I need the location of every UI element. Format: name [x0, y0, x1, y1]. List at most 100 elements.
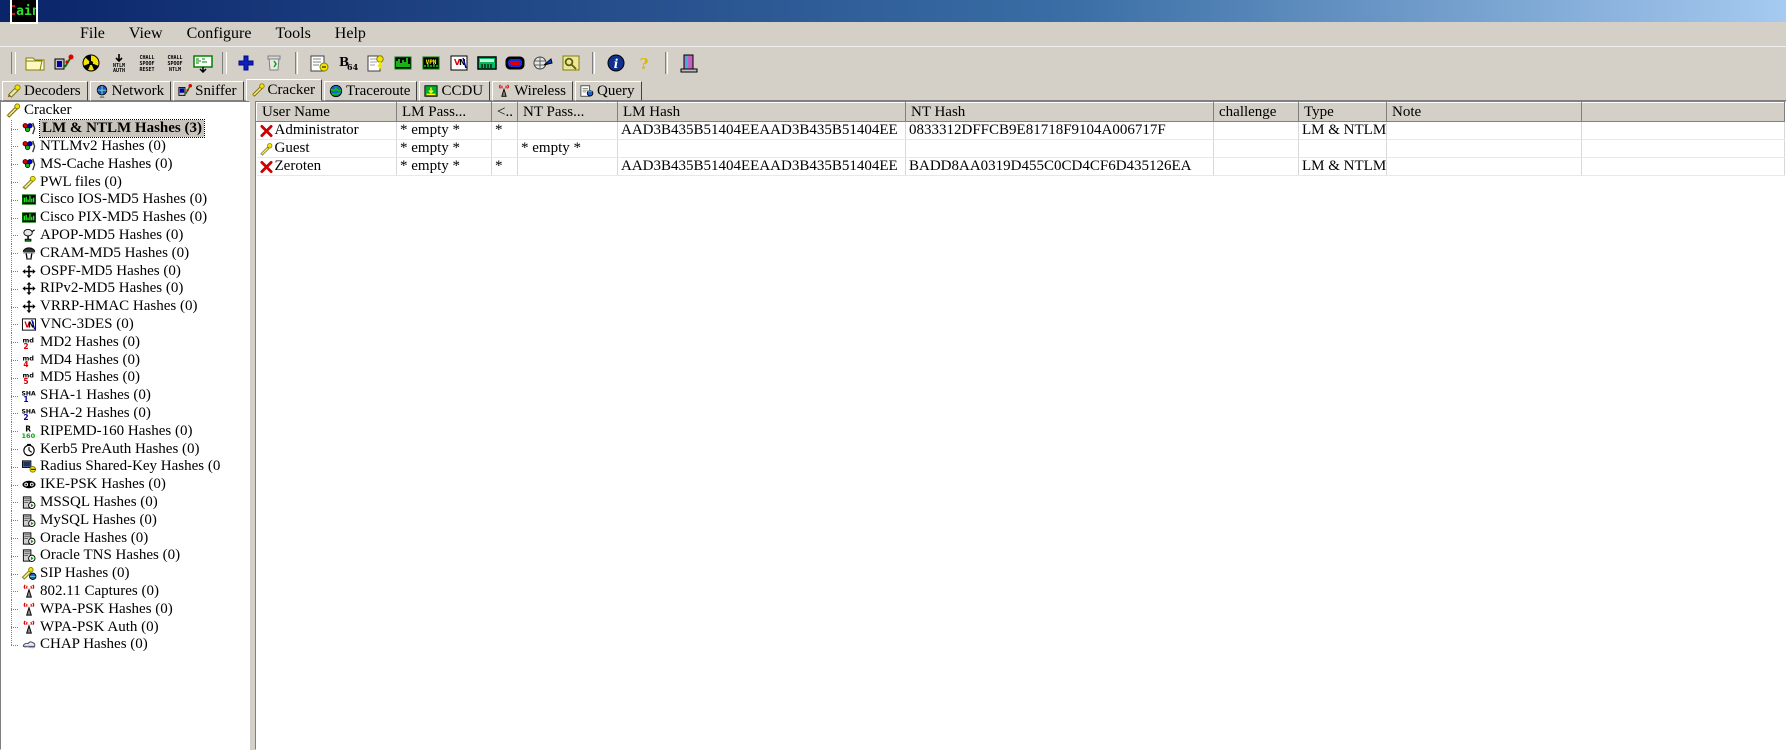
sidebar-label: SHA-2 Hashes (0) — [40, 404, 151, 421]
chall-spoof-reset-icon[interactable]: CHALL SPOOF RESET — [134, 50, 160, 76]
sniffer-icon[interactable] — [50, 50, 76, 76]
sidebar-item-cisco-ios-md5-hashes[interactable]: Cisco IOS-MD5 Hashes (0) — [1, 190, 249, 209]
sidebar-item-vrrp-hmac-hashes[interactable]: VRRP-HMAC Hashes (0) — [1, 297, 249, 316]
sidebar-item-lm-ntlm-hashes[interactable]: LM & NTLM Hashes (3) — [1, 119, 249, 139]
tab-decoders[interactable]: Decoders — [2, 81, 88, 101]
cell-lm-hash — [617, 139, 906, 158]
sidebar-label: MSSQL Hashes (0) — [40, 493, 158, 510]
table-row[interactable]: Administrator * empty * * AAD3B435B51404… — [256, 121, 1785, 140]
sidebar-item-mysql-hashes[interactable]: MySQL Hashes (0) — [1, 511, 249, 529]
dictionary-icon[interactable] — [306, 50, 332, 76]
menu-item-tools[interactable]: Tools — [263, 23, 322, 45]
menu-item-configure[interactable]: Configure — [175, 23, 264, 45]
sidebar-item-chap-hashes[interactable]: CHAP Hashes (0) — [1, 635, 249, 654]
sidebar-item-cisco-pix-md5-hashes[interactable]: Cisco PIX-MD5 Hashes (0) — [1, 208, 249, 227]
column-header-lm-password[interactable]: LM Pass... — [396, 102, 492, 122]
hash-users-icon — [22, 140, 36, 153]
sidebar-item-sha-2-hashes[interactable]: SHA 2 SHA-2 Hashes (0) — [1, 404, 249, 423]
table-row[interactable]: Guest * empty * * empty * — [256, 139, 1785, 158]
sidebar-item-802-11-captures[interactable]: 802.11 Captures (0) — [1, 582, 249, 601]
sidebar-item-wpa-psk-auth[interactable]: WPA-PSK Auth (0) — [1, 618, 249, 636]
sidebar-item-ripv2-md5-hashes[interactable]: RIPv2-MD5 Hashes (0) — [1, 279, 249, 298]
svg-text:NTLM: NTLM — [169, 67, 181, 73]
menu-item-file[interactable]: File — [68, 23, 117, 45]
tree-root-cracker[interactable]: Cracker — [1, 102, 249, 120]
tab-traceroute[interactable]: Traceroute — [324, 81, 418, 101]
menu-item-help[interactable]: Help — [323, 23, 378, 45]
menu-item-view[interactable]: View — [117, 23, 175, 45]
route-icon[interactable] — [530, 50, 556, 76]
network-icon — [96, 84, 107, 98]
sidebar-item-oracle-hashes[interactable]: Oracle Hashes (0) — [1, 529, 249, 547]
kerb5-icon — [23, 443, 35, 456]
column-header-note[interactable]: Note — [1386, 102, 1582, 122]
column-header-lm-hash[interactable]: LM Hash — [617, 102, 906, 122]
add-to-list-icon[interactable] — [233, 50, 259, 76]
hash-list-view[interactable]: User Name LM Pass... <.. NT Pass... LM H… — [255, 101, 1786, 750]
sidebar-item-md5-hashes[interactable]: md 5 MD5 Hashes (0) — [1, 368, 249, 387]
sidebar-label: CHAP Hashes (0) — [40, 636, 148, 653]
column-header-nt-hash[interactable]: NT Hash — [905, 102, 1214, 122]
ospf-icon — [22, 264, 36, 278]
about-icon[interactable]: i — [603, 50, 629, 76]
sidebar-item-mssql-hashes[interactable]: MSSQL Hashes (0) — [1, 493, 249, 512]
sidebar-item-kerb5-preauth-hashes[interactable]: Kerb5 PreAuth Hashes (0) — [1, 440, 249, 458]
tab-cracker[interactable]: Cracker — [245, 79, 322, 101]
svg-text:2: 2 — [23, 342, 28, 350]
vpn-icon[interactable]: VPN — [418, 50, 444, 76]
calculator-icon[interactable] — [474, 50, 500, 76]
tcp-nc-icon[interactable] — [502, 50, 528, 76]
sidebar-item-sip-hashes[interactable]: SIP Hashes (0) — [1, 564, 249, 583]
tab-sniffer[interactable]: Sniffer — [173, 81, 244, 101]
cert-collector-icon[interactable] — [362, 50, 388, 76]
sidebar-item-md2-hashes[interactable]: md 2 MD2 Hashes (0) — [1, 333, 249, 351]
toolbar-separator-3 — [295, 52, 298, 74]
sidebar-item-oracle-tns-hashes[interactable]: Oracle TNS Hashes (0) — [1, 546, 249, 565]
sidebar-item-sha-1-hashes[interactable]: SHA 1 SHA-1 Hashes (0) — [1, 386, 249, 405]
table-row[interactable]: Zeroten * empty * * AAD3B435B51404EEAAD3… — [256, 157, 1785, 176]
sidebar-item-wpa-psk-hashes[interactable]: WPA-PSK Hashes (0) — [1, 600, 249, 618]
vnc-icon[interactable]: VN — [446, 50, 472, 76]
sidebar-item-md4-hashes[interactable]: md 4 MD4 Hashes (0) — [1, 351, 249, 369]
table-header-row: User Name LM Pass... <.. NT Pass... LM H… — [256, 102, 1785, 122]
remove-icon[interactable] — [261, 50, 287, 76]
sidebar-item-ike-psk-hashes[interactable]: IKE-PSK Hashes (0) — [1, 475, 249, 494]
sidebar-label: MySQL Hashes (0) — [40, 511, 157, 528]
help-icon[interactable]: ? — [631, 50, 657, 76]
column-header-lt8[interactable]: <.. — [491, 102, 518, 122]
sidebar-item-vnc-3des[interactable]: VN VNC-3DES (0) — [1, 315, 249, 334]
sidebar-item-apop-md5-hashes[interactable]: APOP-MD5 Hashes (0) — [1, 226, 249, 245]
tab-network[interactable]: Network — [89, 81, 172, 101]
sidebar-item-ntlmv2-hashes[interactable]: NTLMv2 Hashes (0) — [1, 137, 249, 156]
menu-bar: File View Configure Tools Help — [0, 22, 1786, 46]
sidebar-item-ripemd-160-hashes[interactable]: R 160 RIPEMD-160 Hashes (0) — [1, 422, 249, 440]
app-icon[interactable]: Cain — [10, 0, 38, 24]
svg-text:160: 160 — [22, 432, 36, 439]
sidebar-item-ms-cache-hashes[interactable]: MS-Cache Hashes (0) — [1, 155, 249, 173]
tab-wireless[interactable]: Wireless — [492, 81, 574, 101]
tab-ccdu[interactable]: CCDU — [419, 81, 491, 101]
cell-user-name: Zeroten — [256, 157, 397, 176]
sidebar-item-ospf-md5-hashes[interactable]: OSPF-MD5 Hashes (0) — [1, 262, 249, 280]
sidebar-item-cram-md5-hashes[interactable]: CRAM-MD5 Hashes (0) — [1, 244, 249, 262]
tab-query[interactable]: Query — [575, 81, 642, 101]
column-header-challenge[interactable]: challenge — [1213, 102, 1299, 122]
chall-spoof-ntlm-icon[interactable]: CHALL SPOOF NTLM — [162, 50, 188, 76]
ntlm-auth-icon[interactable]: NTLM AUTH — [106, 50, 132, 76]
sidebar-item-radius-shared-key-hashes[interactable]: Radius Shared-Key Hashes (0 — [1, 457, 249, 476]
hash-table: User Name LM Pass... <.. NT Pass... LM H… — [256, 102, 1785, 176]
sidebar-item-pwl-files[interactable]: PWL files (0) — [1, 173, 249, 191]
open-folder-icon[interactable] — [22, 50, 48, 76]
column-header-user-name[interactable]: User Name — [256, 102, 397, 122]
traffic-analyzer-icon[interactable] — [390, 50, 416, 76]
base64-icon[interactable]: B 64 — [334, 50, 360, 76]
column-header-nt-password[interactable]: NT Pass... — [517, 102, 618, 122]
key-icon[interactable] — [558, 50, 584, 76]
network-card-icon[interactable] — [190, 50, 216, 76]
column-header-type[interactable]: Type — [1298, 102, 1387, 122]
sidebar-label: MS-Cache Hashes (0) — [40, 155, 173, 172]
cracker-tree[interactable]: Cracker LM & NTLM Hashes (3) NTLMv2 Hash… — [0, 101, 250, 750]
apr-poison-icon[interactable] — [78, 50, 104, 76]
cell-note — [1386, 157, 1582, 176]
exit-icon[interactable] — [676, 50, 702, 76]
